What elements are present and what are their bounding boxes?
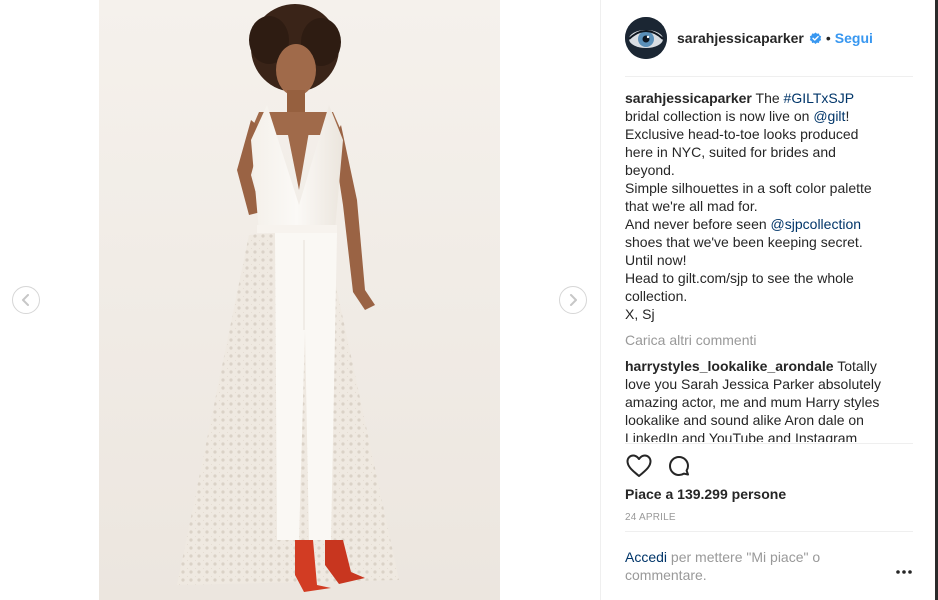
login-link[interactable]: Accedi [625, 549, 667, 565]
post-header: sarahjessicaparker • Segui [625, 16, 915, 60]
comment-line: harrystyles_lookalike_arondale Totally [625, 357, 913, 375]
post-date[interactable]: 24 APRILE [625, 512, 676, 523]
username-link[interactable]: sarahjessicaparker [677, 30, 804, 46]
hashtag-link[interactable]: #GILTxSJP [784, 90, 855, 106]
more-options-icon [896, 570, 912, 574]
caption-line: And never before seen @sjpcollection [625, 215, 913, 233]
likes-count[interactable]: Piace a 139.299 persone [625, 486, 786, 502]
avatar[interactable] [625, 17, 667, 59]
caption-line: bridal collection is now live on @gilt! [625, 107, 913, 125]
caption-line: beyond. [625, 162, 675, 178]
previous-image-button[interactable] [12, 286, 40, 314]
caption-author-link[interactable]: sarahjessicaparker [625, 90, 752, 106]
chevron-left-icon [22, 294, 29, 306]
caption-line: sarahjessicaparker The #GILTxSJP [625, 89, 913, 107]
caption-line: here in NYC, suited for brides and [625, 144, 836, 160]
caption-text: ! [845, 108, 850, 124]
header-divider [625, 76, 913, 77]
list-item: harrystyles_lookalike_arondale Totally l… [625, 357, 913, 442]
like-button[interactable] [625, 452, 653, 480]
caption-line: shoes that we've been keeping secret. [625, 234, 863, 250]
comment-line: LinkedIn and YouTube and Instagram [625, 430, 858, 442]
mention-gilt-link[interactable]: @gilt [813, 108, 845, 124]
follow-button[interactable]: Segui [835, 30, 873, 46]
caption-line: collection. [625, 288, 688, 304]
verified-badge-icon [809, 31, 822, 44]
caption: sarahjessicaparker The #GILTxSJP bridal … [625, 89, 913, 323]
caption-line: Head to gilt.com/sjp to see the whole [625, 270, 854, 286]
heart-icon [626, 454, 652, 477]
comment-author-link[interactable]: harrystyles_lookalike_arondale [625, 358, 834, 374]
separator-dot: • [825, 30, 831, 46]
photo-gallery [0, 0, 600, 600]
chevron-right-icon [570, 294, 577, 306]
caption-text: bridal collection is now live on [625, 108, 814, 124]
caption-line: Until now! [625, 252, 687, 268]
login-prompt: Accedi per mettere "Mi piace" o commenta… [625, 548, 865, 584]
bride-photo-illustration [99, 0, 500, 600]
post-side-panel: sarahjessicaparker • Segui sarahjessicap… [600, 0, 938, 600]
comments-divider [625, 443, 913, 444]
load-more-comments-button[interactable]: Carica altri commenti [625, 331, 913, 349]
caption-text: The [751, 90, 784, 106]
caption-line: that we're all mad for. [625, 198, 758, 214]
comment-line: lookalike and sound alike Aron dale on [625, 412, 864, 428]
comment-button[interactable] [665, 452, 693, 480]
caption-line: Exclusive head-to-toe looks produced [625, 126, 859, 142]
caption-line: Simple silhouettes in a soft color palet… [625, 180, 872, 196]
comment-line: amazing actor, me and mum Harry styles [625, 394, 880, 410]
action-bar [625, 452, 705, 480]
more-options-button[interactable] [893, 563, 915, 581]
avatar-eye-image [625, 17, 667, 59]
comment-text: Totally [833, 358, 877, 374]
post-photo[interactable] [99, 0, 500, 600]
footer-divider [625, 531, 913, 532]
mention-sjpcollection-link[interactable]: @sjpcollection [771, 216, 861, 232]
comments-list[interactable]: sarahjessicaparker The #GILTxSJP bridal … [625, 89, 913, 442]
comment-bubble-icon [669, 456, 689, 476]
caption-text: And never before seen [625, 216, 771, 232]
caption-line: X, Sj [625, 306, 655, 322]
comment-line: love you Sarah Jessica Parker absolutely [625, 376, 882, 392]
next-image-button[interactable] [559, 286, 587, 314]
